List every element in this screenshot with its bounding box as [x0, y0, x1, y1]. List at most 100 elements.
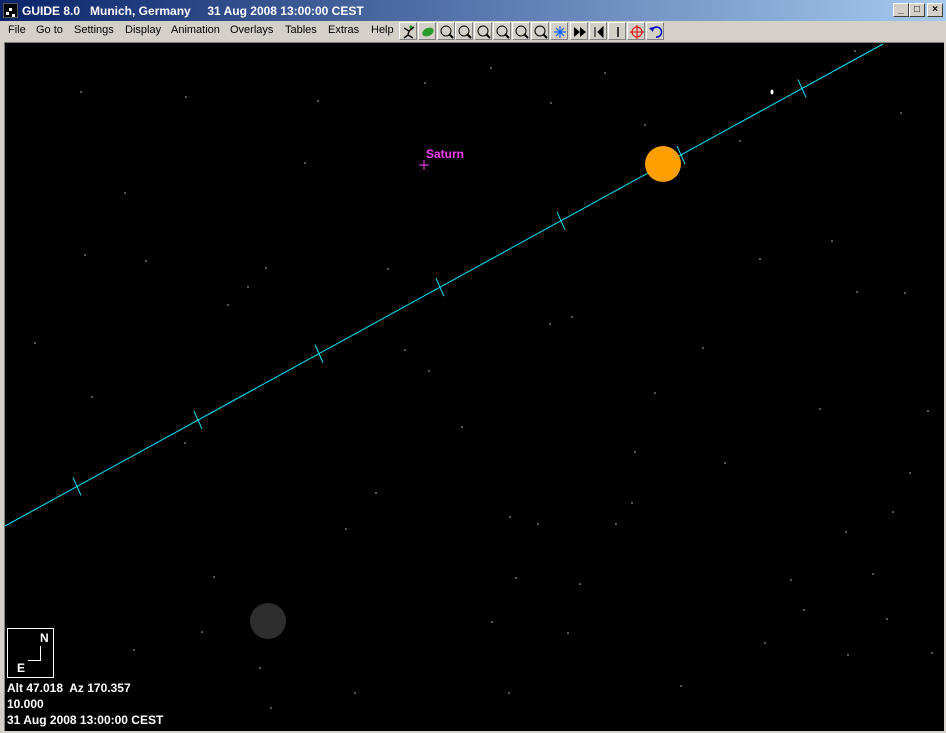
- zoom-1-icon[interactable]: [437, 22, 455, 40]
- sun-disk[interactable]: [645, 146, 681, 182]
- star: [227, 304, 229, 306]
- star: [259, 667, 261, 669]
- star: [247, 286, 249, 288]
- menu-animation[interactable]: Animation: [171, 24, 220, 36]
- star: [872, 573, 874, 575]
- planet-icon[interactable]: [418, 22, 436, 40]
- compass-east-label: E: [17, 661, 26, 675]
- compass-rose: N E: [7, 628, 54, 678]
- star: [375, 492, 377, 494]
- zoom-5-icon[interactable]: [512, 22, 530, 40]
- star: [847, 654, 849, 656]
- ecliptic-line: [5, 43, 884, 527]
- star: [790, 579, 792, 581]
- star: [145, 260, 147, 262]
- ecliptic-tick: [193, 410, 203, 430]
- menu-tables[interactable]: Tables: [285, 24, 317, 36]
- title-bar: GUIDE 8.0 Munich, Germany 31 Aug 2008 13…: [0, 0, 946, 21]
- star: [304, 162, 306, 164]
- zoom-4-icon[interactable]: [493, 22, 511, 40]
- saturn-label[interactable]: Saturn: [426, 147, 464, 161]
- running-man-icon[interactable]: [399, 22, 417, 40]
- bright-star[interactable]: [770, 89, 774, 95]
- ecliptic-tick: [556, 211, 566, 230]
- star: [537, 523, 539, 525]
- star-chart-icon[interactable]: [550, 22, 568, 40]
- star: [931, 652, 933, 654]
- star: [201, 631, 203, 633]
- app-icon[interactable]: [3, 3, 18, 18]
- star: [80, 91, 82, 93]
- target-icon[interactable]: [627, 22, 645, 40]
- saturn-marker[interactable]: [419, 160, 429, 170]
- star: [124, 192, 126, 194]
- ecliptic-tick: [72, 477, 82, 496]
- menu-file[interactable]: File: [8, 24, 26, 36]
- close-button[interactable]: ×: [927, 3, 943, 17]
- star: [631, 502, 633, 504]
- moon-disk[interactable]: [250, 603, 286, 639]
- star: [549, 323, 551, 325]
- star: [927, 410, 929, 412]
- star: [654, 392, 656, 394]
- maximize-button[interactable]: □: [909, 3, 925, 17]
- star: [270, 707, 272, 709]
- star: [508, 692, 510, 694]
- star: [856, 291, 858, 293]
- star: [84, 254, 86, 256]
- datetime-readout: 31 Aug 2008 13:00:00 CEST: [7, 713, 164, 727]
- star: [604, 72, 606, 74]
- star: [739, 140, 741, 142]
- star: [571, 316, 573, 318]
- minimize-button[interactable]: _: [893, 3, 909, 17]
- zoom-10-icon[interactable]: [531, 22, 549, 40]
- star: [764, 642, 766, 644]
- star: [515, 577, 517, 579]
- star: [803, 609, 805, 611]
- step-back-icon[interactable]: [589, 22, 607, 40]
- step-forward-icon[interactable]: [608, 22, 626, 40]
- compass-east-arm: [28, 660, 41, 661]
- menu-extras[interactable]: Extras: [328, 24, 359, 36]
- star: [644, 124, 646, 126]
- star: [854, 50, 856, 52]
- field-readout: 10.000: [7, 697, 44, 711]
- star: [759, 258, 761, 260]
- star: [892, 511, 894, 513]
- ecliptic-tick: [435, 277, 445, 297]
- star: [680, 685, 682, 687]
- star: [615, 523, 617, 525]
- star: [509, 516, 511, 518]
- star: [909, 472, 911, 474]
- menu-help[interactable]: Help: [371, 24, 394, 36]
- zoom-3-icon[interactable]: [474, 22, 492, 40]
- menu-bar: File Go to Settings Display Animation Ov…: [0, 21, 946, 41]
- star: [184, 442, 186, 444]
- star: [317, 100, 319, 102]
- star: [886, 618, 888, 620]
- star: [387, 268, 389, 270]
- star: [213, 576, 215, 578]
- star: [702, 347, 704, 349]
- star: [265, 267, 267, 269]
- star: [354, 692, 356, 694]
- menu-overlays[interactable]: Overlays: [230, 24, 273, 36]
- window-title: GUIDE 8.0 Munich, Germany 31 Aug 2008 13…: [22, 4, 364, 18]
- undo-icon[interactable]: [646, 22, 664, 40]
- ecliptic-tick: [797, 79, 807, 98]
- menu-goto[interactable]: Go to: [36, 24, 63, 36]
- star: [133, 649, 135, 651]
- star: [819, 408, 821, 410]
- fast-forward-icon[interactable]: [570, 22, 588, 40]
- star: [831, 240, 833, 242]
- star-chart-view[interactable]: Saturn N E Alt 47.018 Az 170.357 10.000 …: [4, 42, 944, 731]
- star: [567, 632, 569, 634]
- menu-display[interactable]: Display: [125, 24, 161, 36]
- star: [461, 426, 463, 428]
- sky-canvas: [5, 43, 933, 709]
- star: [185, 96, 187, 98]
- star: [904, 292, 906, 294]
- menu-settings[interactable]: Settings: [74, 24, 114, 36]
- zoom-2-icon[interactable]: [455, 22, 473, 40]
- star: [428, 370, 430, 372]
